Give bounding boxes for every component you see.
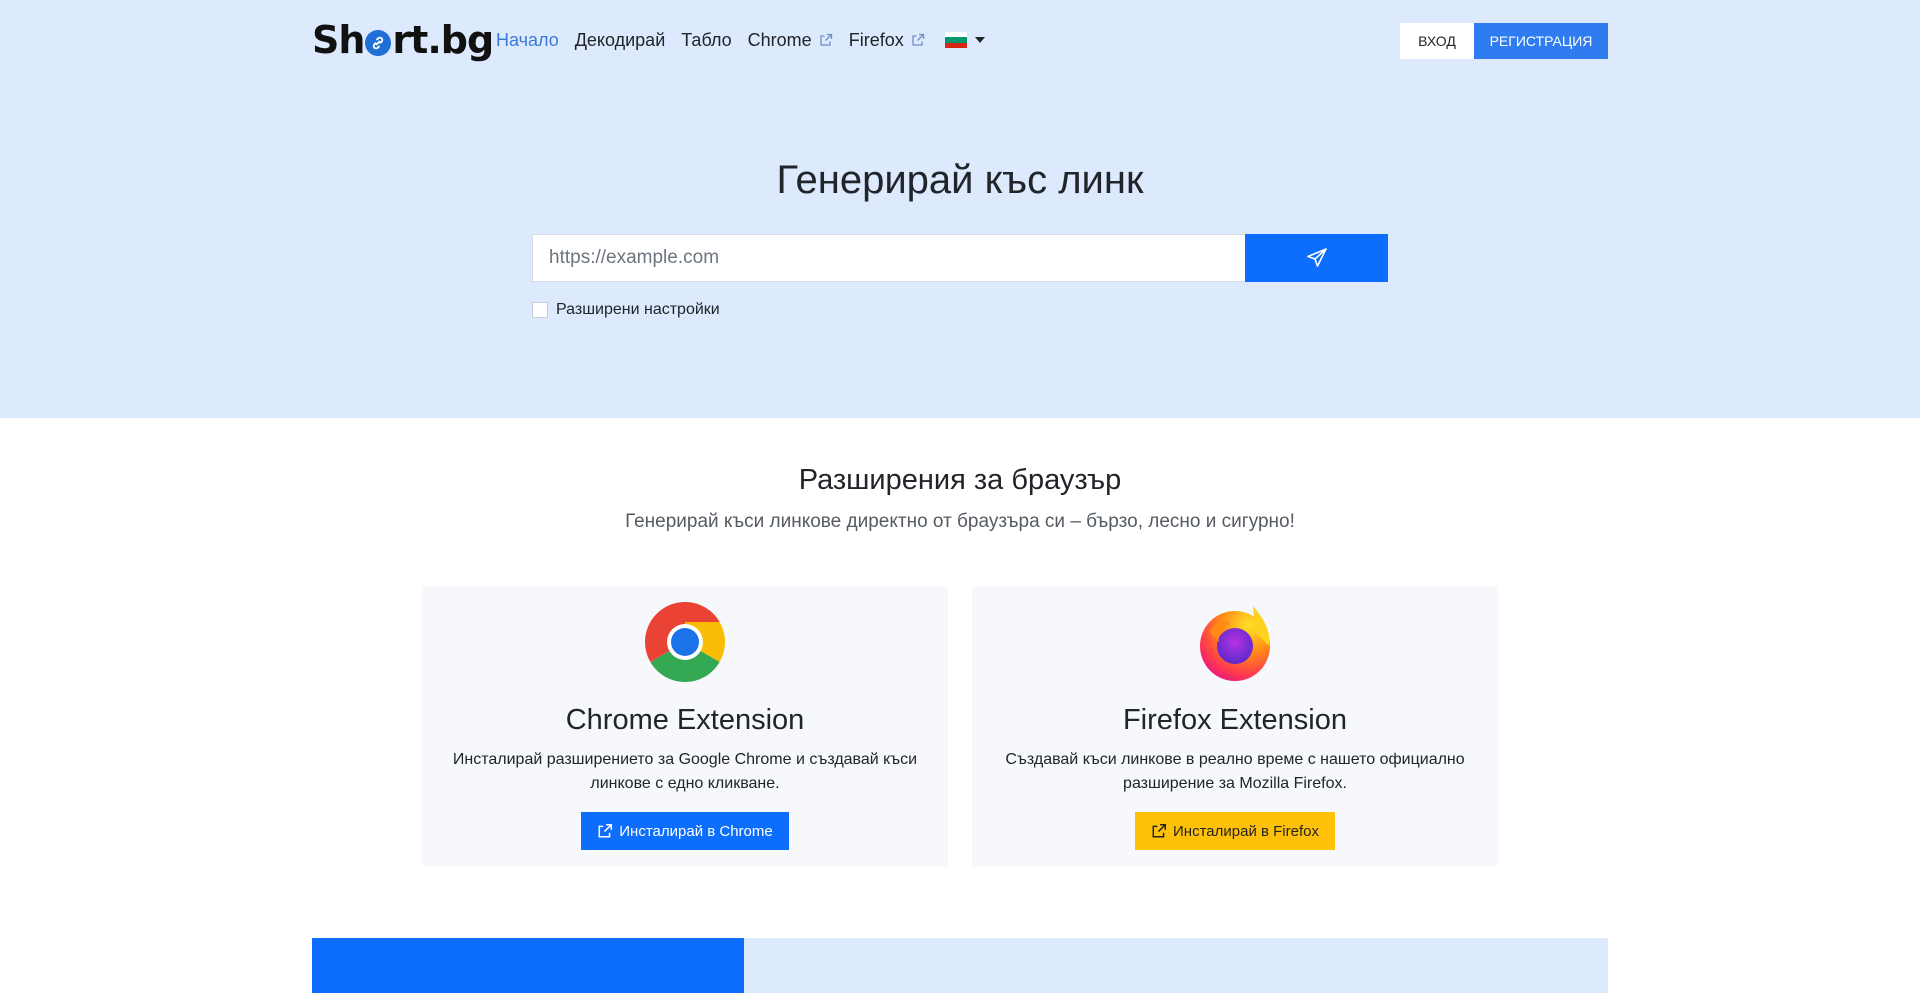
nav-item-chrome[interactable]: Chrome — [748, 30, 833, 51]
chrome-logo-icon — [645, 602, 725, 682]
advanced-settings-checkbox[interactable] — [532, 302, 548, 318]
language-selector[interactable] — [941, 32, 985, 48]
firefox-extension-title: Firefox Extension — [1122, 704, 1348, 736]
link-icon — [365, 30, 392, 56]
brand-logo[interactable]: Sh rt.bg — [312, 18, 494, 62]
install-firefox-button[interactable]: Инсталирай в Firefox — [1135, 812, 1335, 850]
external-link-icon — [598, 823, 613, 838]
login-button[interactable]: ВХОД — [1400, 23, 1474, 59]
bottom-feature-panel-light — [744, 938, 1608, 993]
url-input[interactable] — [532, 234, 1246, 282]
send-icon — [1306, 248, 1327, 267]
nav-item-chrome-label: Chrome — [747, 29, 812, 50]
external-link-icon — [1152, 823, 1167, 838]
firefox-extension-card: Firefox Extension Създавай къси линкове … — [972, 586, 1498, 866]
nav-item-firefox[interactable]: Firefox — [849, 30, 925, 51]
top-navbar: Sh rt.bg Начало Декодирай Табло Chrome F… — [312, 18, 1608, 62]
nav-item-decode[interactable]: Декодирай — [575, 30, 666, 51]
chrome-extension-title: Chrome Extension — [565, 704, 805, 736]
nav-item-home[interactable]: Начало — [496, 30, 559, 51]
firefox-extension-description: Създавай къси линкове в реално време с н… — [1005, 751, 1465, 792]
install-chrome-label: Инсталирай в Chrome — [619, 822, 773, 840]
extensions-title: Разширения за браузър — [798, 464, 1122, 496]
chrome-extension-description: Инсталирай разширението за Google Chrome… — [452, 751, 918, 792]
hero-title: Генерирай къс линк — [776, 158, 1144, 202]
brand-text-suffix: rt.bg — [392, 18, 494, 62]
shorten-submit-button[interactable] — [1245, 234, 1388, 282]
hero-section — [0, 0, 1920, 418]
chrome-extension-card: Chrome Extension Инсталирай разширението… — [422, 586, 948, 866]
advanced-settings-toggle[interactable]: Разширени настройки — [532, 301, 720, 319]
external-link-icon — [819, 33, 833, 47]
bulgarian-flag-icon — [944, 32, 967, 48]
nav-item-firefox-label: Firefox — [848, 29, 904, 50]
extensions-subtitle: Генерирай къси линкове директно от брауз… — [625, 511, 1295, 532]
external-link-icon — [911, 33, 925, 47]
brand-text-prefix: Sh — [312, 18, 365, 62]
advanced-settings-label: Разширени настройки — [556, 301, 720, 318]
bottom-feature-panel-blue — [312, 938, 744, 993]
firefox-logo-icon — [1200, 606, 1270, 681]
nav-links: Начало Декодирай Табло Chrome Firefox — [496, 18, 985, 62]
nav-item-dashboard[interactable]: Табло — [681, 30, 731, 51]
install-chrome-button[interactable]: Инсталирай в Chrome — [581, 812, 789, 850]
register-button[interactable]: РЕГИСТРАЦИЯ — [1474, 23, 1608, 59]
install-firefox-label: Инсталирай в Firefox — [1173, 822, 1319, 840]
caret-down-icon — [974, 37, 985, 43]
